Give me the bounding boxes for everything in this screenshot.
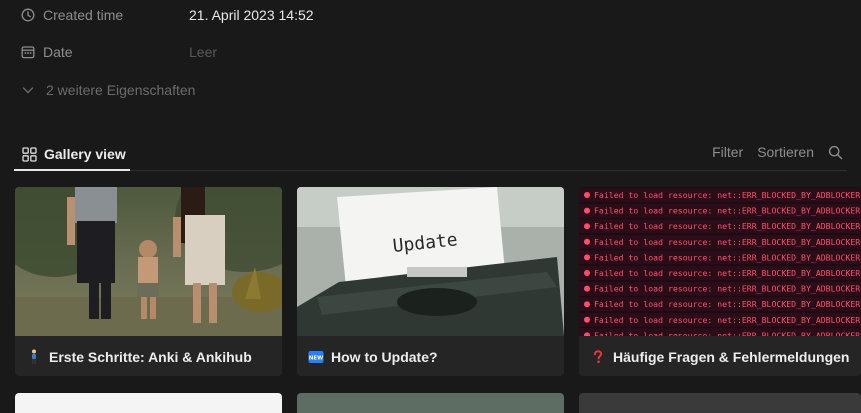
property-label: Date (43, 44, 73, 60)
gallery-card-partial[interactable] (297, 393, 564, 413)
person-walking-icon (25, 348, 43, 366)
tab-label: Gallery view (44, 146, 126, 162)
error-icon (584, 207, 590, 214)
error-icon (584, 301, 590, 308)
error-line-text: Failed to load resource: net::ERR_BLOCKE… (594, 221, 860, 231)
error-line-text: Failed to load resource: net::ERR_BLOCKE… (594, 268, 860, 278)
error-line-text: Failed to load resource: net::ERR_BLOCKE… (594, 206, 860, 216)
error-icon (584, 192, 590, 198)
card-title-text: How to Update? (331, 349, 438, 365)
tab-gallery-view[interactable]: Gallery view (16, 138, 132, 170)
more-properties-label: 2 weitere Eigenschaften (46, 82, 196, 98)
error-icon (584, 285, 590, 292)
cover-image-error-console: Failed to load resource: net::ERR_BLOCKE… (579, 187, 861, 336)
red-question-mark-icon (589, 348, 607, 366)
gallery-card[interactable]: Erste Schritte: Anki & Ankihub (15, 187, 282, 376)
svg-text:NEW: NEW (309, 356, 323, 362)
property-created-time[interactable]: Created time 21. April 2023 14:52 (20, 3, 314, 27)
card-title: Erste Schritte: Anki & Ankihub (25, 346, 252, 368)
card-title: NEW How to Update? (307, 346, 438, 368)
chevron-down-icon (20, 82, 36, 98)
more-properties-toggle[interactable]: 2 weitere Eigenschaften (20, 80, 195, 100)
error-icon (584, 238, 590, 245)
error-line-text: Failed to load resource: net::ERR_BLOCKE… (594, 237, 860, 247)
property-value-empty[interactable]: Leer (189, 44, 217, 60)
cover-image-family-walk (15, 187, 282, 336)
error-line-text: Failed to load resource: net::ERR_BLOCKE… (594, 330, 860, 336)
property-value: 21. April 2023 14:52 (189, 7, 314, 23)
property-date[interactable]: Date Leer (20, 40, 217, 64)
property-label: Created time (43, 7, 124, 23)
gallery-card[interactable]: Update NEW How to Update? (297, 187, 564, 376)
error-icon (584, 223, 590, 230)
gallery-card-partial[interactable] (15, 393, 282, 413)
search-icon[interactable] (828, 145, 843, 160)
error-line-text: Failed to load resource: net::ERR_BLOCKE… (594, 315, 860, 325)
error-icon (584, 316, 590, 323)
active-tab-indicator (14, 169, 130, 171)
error-line-text: Failed to load resource: net::ERR_BLOCKE… (594, 190, 860, 200)
error-line-text: Failed to load resource: net::ERR_BLOCKE… (594, 299, 860, 309)
error-line-text: Failed to load resource: net::ERR_BLOCKE… (594, 284, 860, 294)
card-title-text: Häufige Fragen & Fehlermeldungen (613, 349, 850, 365)
filter-button[interactable]: Filter (712, 144, 743, 160)
error-icon (584, 254, 590, 261)
error-icon (584, 270, 590, 276)
card-title: Häufige Fragen & Fehlermeldungen (589, 346, 849, 368)
error-line-text: Failed to load resource: net::ERR_BLOCKE… (594, 252, 860, 262)
new-badge-icon: NEW (307, 348, 325, 366)
gallery-card-partial[interactable] (579, 393, 861, 413)
gallery-grid-icon (22, 146, 37, 162)
view-toolbar: Filter Sortieren (698, 138, 843, 166)
view-tabbar: Gallery view Filter Sortieren (14, 138, 847, 171)
cover-image-typewriter: Update (297, 187, 564, 336)
clock-icon (20, 7, 36, 23)
gallery-card[interactable]: Failed to load resource: net::ERR_BLOCKE… (579, 187, 861, 376)
sort-button[interactable]: Sortieren (757, 144, 814, 160)
card-title-text: Erste Schritte: Anki & Ankihub (49, 349, 252, 365)
calendar-icon (20, 44, 36, 60)
